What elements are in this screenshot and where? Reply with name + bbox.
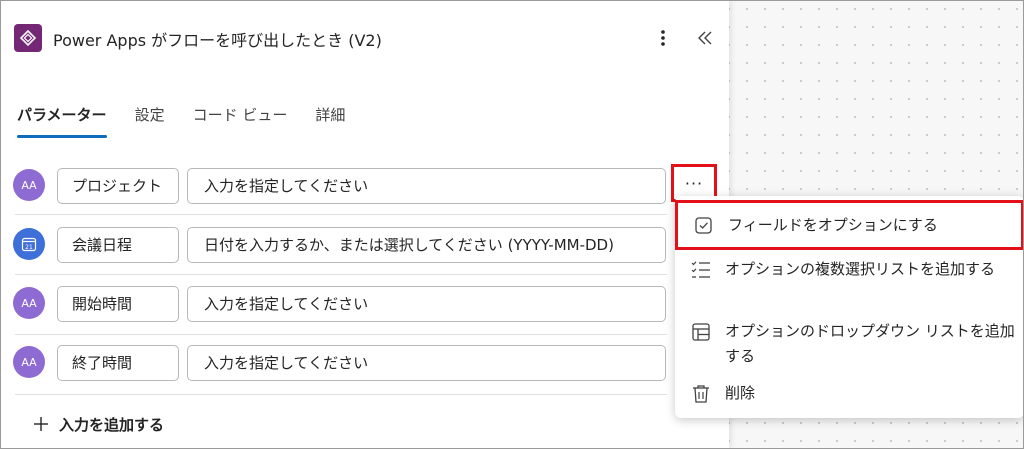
parameter-name-field[interactable]: プロジェクト — [57, 168, 179, 204]
multi-select-list-icon — [691, 261, 710, 278]
more-vertical-icon[interactable] — [653, 25, 673, 51]
parameter-row: AA 開始時間 入力を指定してください — [1, 275, 729, 335]
add-input-button[interactable]: 入力を追加する — [33, 411, 164, 437]
tab-parameters[interactable]: パラメーター — [17, 105, 107, 138]
checkbox-icon — [695, 216, 712, 234]
parameter-value-input[interactable]: 入力を指定してください — [187, 168, 666, 204]
calendar-icon: 21 — [13, 228, 45, 260]
row-divider — [15, 394, 667, 395]
menu-item-delete[interactable]: 削除 — [675, 381, 1024, 406]
panel-header: Power Apps がフローを呼び出したとき (V2) — [1, 1, 729, 73]
menu-item-label: 削除 — [725, 384, 756, 402]
menu-item-label: オプションの複数選択リストを追加する — [725, 260, 996, 278]
tab-bar: パラメーター 設定 コード ビュー 詳細 — [17, 105, 373, 141]
parameter-name-field[interactable]: 開始時間 — [57, 286, 179, 322]
menu-item-label: フィールドをオプションにする — [728, 215, 938, 234]
menu-item-add-multiselect[interactable]: オプションの複数選択リストを追加する — [675, 257, 1024, 282]
power-apps-icon — [14, 24, 42, 52]
parameter-row: AA プロジェクト 入力を指定してください — [1, 155, 729, 215]
options-menu: フィールドをオプションにする オプションの複数選択リストを追加する オプションの… — [675, 196, 1024, 418]
text-icon: AA — [13, 346, 45, 378]
tab-settings[interactable]: 設定 — [135, 105, 165, 129]
double-chevron-left-icon[interactable] — [693, 25, 717, 51]
trigger-panel: Power Apps がフローを呼び出したとき (V2) パラメーター 設定 コ… — [1, 1, 729, 448]
parameter-value-input[interactable]: 日付を入力するか、または選択してください (YYYY-MM-DD) — [187, 227, 666, 263]
tab-details[interactable]: 詳細 — [315, 105, 345, 129]
tab-code-view[interactable]: コード ビュー — [193, 105, 288, 129]
parameter-name-field[interactable]: 終了時間 — [57, 345, 179, 381]
parameter-name-field[interactable]: 会議日程 — [57, 227, 179, 263]
add-input-label: 入力を追加する — [59, 415, 165, 434]
menu-item-make-optional[interactable]: フィールドをオプションにする — [675, 200, 1024, 250]
parameter-row: 21 会議日程 日付を入力するか、または選択してください (YYYY-MM-DD… — [1, 215, 729, 275]
plus-icon — [34, 417, 48, 431]
parameter-value-input[interactable]: 入力を指定してください — [187, 345, 666, 381]
parameter-value-input[interactable]: 入力を指定してください — [187, 286, 666, 322]
panel-title: Power Apps がフローを呼び出したとき (V2) — [53, 31, 382, 50]
text-icon: AA — [13, 287, 45, 319]
calendar-icon-text: 21 — [25, 244, 33, 251]
dropdown-list-icon — [692, 323, 710, 341]
delete-icon — [693, 385, 709, 403]
menu-item-add-dropdown[interactable]: オプションのドロップダウン リストを追加する — [675, 319, 1024, 369]
menu-item-label: オプションのドロップダウン リストを追加する — [725, 322, 1015, 365]
text-icon: AA — [13, 169, 45, 201]
parameter-row: AA 終了時間 入力を指定してください — [1, 335, 729, 395]
